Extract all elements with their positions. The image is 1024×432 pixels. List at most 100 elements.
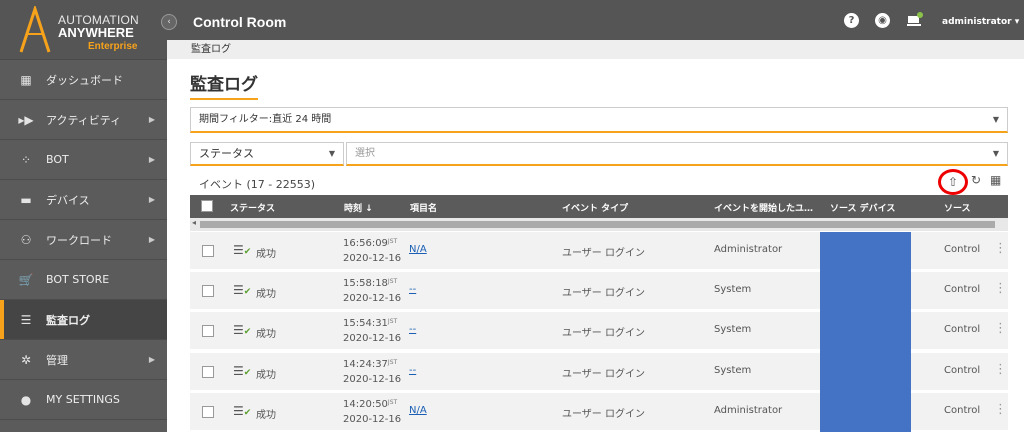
event-type: ユーザー ログイン [562,409,645,420]
source-name: Control Ro [944,324,984,335]
item-link[interactable]: -- [409,365,416,376]
sort-descending-icon: ↓ [365,204,373,214]
sidebar-item-bot-store[interactable]: 🛒 BOT STORE [0,260,167,300]
timezone-label: JST [387,278,398,285]
period-filter-dropdown[interactable]: 期間フィルター:直近 24 時間 ▼ [190,107,1008,133]
initiating-user: Administrator [714,405,783,416]
scrollbar-thumb[interactable] [200,221,995,228]
time-value: 15:54:31 [343,318,388,329]
event-date: 2020-12-16 [343,253,402,264]
status-value-select[interactable]: 選択 ▼ [346,142,1008,166]
table-toolbar: ⇧ ↻ ▦ [938,169,1008,195]
chevron-right-icon: ▶ [148,355,155,364]
sidebar-item-label: BOT [46,153,69,166]
status-text: 成功 [256,370,276,381]
brand-line3: Enterprise [88,41,138,52]
sidebar-item-dashboard[interactable]: ▦ ダッシュボード [0,60,167,100]
event-time: 15:58:18 JST [343,278,397,289]
bot-icon: ⁘ [20,152,32,167]
initiating-user: System [714,284,752,295]
timezone-label: JST [387,238,398,245]
initiating-user: System [714,365,752,376]
sidebar-item-bot[interactable]: ⁘ BOT ▶ [0,140,167,180]
timezone-label: JST [387,318,398,325]
status-list-icon: ☰✔ [233,283,252,297]
item-link[interactable]: N/A [409,405,427,416]
time-value: 14:24:37 [343,359,388,370]
initiating-user: Administrator [714,244,783,255]
page-title: 監査ログ [190,70,258,100]
column-header-source-device[interactable]: ソース デバイス [830,201,895,214]
store-icon: 🛒 [18,272,34,287]
row-menu-icon[interactable]: ⋮ [994,281,1007,296]
status-dropdown-value: ステータス [199,147,254,160]
sidebar-item-devices[interactable]: ▬ デバイス ▶ [0,180,167,220]
item-link[interactable]: -- [409,284,416,295]
row-checkbox[interactable] [202,366,214,378]
sidebar-item-activity[interactable]: ▸▶ アクティビティ ▶ [0,100,167,140]
column-header-event-type[interactable]: イベント タイプ [562,201,628,214]
column-header-status[interactable]: ステータス [230,201,275,214]
event-type: ユーザー ログイン [562,288,645,299]
sidebar-item-label: デバイス [46,193,90,207]
export-icon[interactable]: ⇧ [938,169,968,195]
select-all-checkbox[interactable] [201,200,213,212]
sidebar-item-label: MY SETTINGS [46,393,120,406]
user-menu[interactable]: administrator ▾ [942,17,1019,27]
chevron-down-icon: ▼ [992,115,999,124]
row-menu-icon[interactable]: ⋮ [994,241,1007,256]
event-date: 2020-12-16 [343,374,402,385]
column-header-item[interactable]: 項目名 [410,201,437,214]
sidebar-item-label: 監査ログ [46,313,90,327]
sidebar-item-my-settings[interactable]: ● MY SETTINGS [0,380,167,420]
user-icon: ● [20,392,32,407]
chevron-right-icon: ▶ [148,115,155,124]
event-type: ユーザー ログイン [562,328,645,339]
workload-icon: ⚇ [20,232,32,247]
brand-line2: ANYWHERE [58,25,134,40]
device-status-icon[interactable] [907,12,923,26]
status-text: 成功 [256,249,276,260]
column-header-time-label: 時刻 [344,204,363,214]
sidebar-item-label: 管理 [46,353,68,367]
app-title: Control Room [193,14,287,30]
column-settings-icon[interactable]: ▦ [990,173,1001,187]
event-date: 2020-12-16 [343,293,402,304]
source-name: Control Ro [944,405,984,416]
status-dropdown[interactable]: ステータス ▼ [190,142,344,166]
breadcrumb[interactable]: 監査ログ [167,40,1024,59]
sidebar-item-label: ダッシュボード [46,73,123,87]
sidebar-item-admin[interactable]: ✲ 管理 ▶ [0,340,167,380]
top-bar: Control Room ? ◉ administrator ▾ [167,0,1024,40]
chevron-right-icon: ▶ [148,155,155,164]
column-header-user[interactable]: イベントを開始したユ… [714,201,813,214]
time-value: 15:58:18 [343,278,388,289]
time-value: 16:56:09 [343,238,388,249]
row-menu-icon[interactable]: ⋮ [994,362,1007,377]
row-checkbox[interactable] [202,406,214,418]
row-menu-icon[interactable]: ⋮ [994,402,1007,417]
event-date: 2020-12-16 [343,414,402,425]
item-link[interactable]: -- [409,324,416,335]
chevron-right-icon: ▶ [148,235,155,244]
column-header-source[interactable]: ソース [944,201,971,214]
status-list-icon: ☰✔ [233,323,252,337]
dashboard-icon: ▦ [20,72,32,87]
scroll-left-icon[interactable]: ◂ [192,218,196,227]
globe-icon[interactable]: ◉ [875,13,890,28]
row-checkbox[interactable] [202,325,214,337]
refresh-icon[interactable]: ↻ [971,173,981,187]
column-header-time[interactable]: 時刻 ↓ [344,201,373,214]
item-link[interactable]: N/A [409,244,427,255]
timezone-label: JST [387,359,398,366]
sidebar-item-audit-log[interactable]: ☰ 監査ログ [0,300,167,340]
user-name: administrator [942,17,1012,27]
help-icon[interactable]: ? [844,13,859,28]
horizontal-scrollbar[interactable]: ◂ [190,218,1008,231]
row-checkbox[interactable] [202,285,214,297]
row-checkbox[interactable] [202,245,214,257]
initiating-user: System [714,324,752,335]
sidebar-item-workload[interactable]: ⚇ ワークロード ▶ [0,220,167,260]
collapse-sidebar-button[interactable]: ‹ [161,14,177,30]
row-menu-icon[interactable]: ⋮ [994,321,1007,336]
